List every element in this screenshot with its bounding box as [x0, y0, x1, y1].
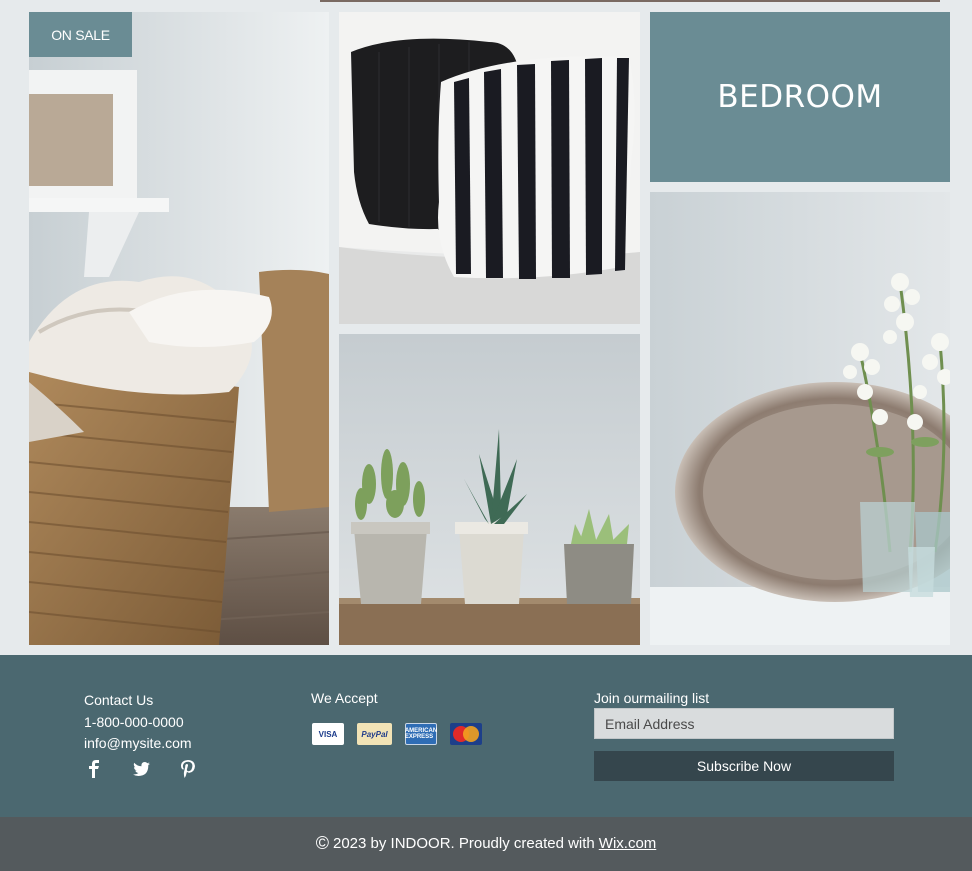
on-sale-badge: ON SALE — [29, 12, 132, 57]
succulent-plants-photo[interactable] — [339, 334, 640, 645]
subscribe-button[interactable]: Subscribe Now — [594, 751, 894, 781]
copyright-bar: © 2023 by INDOOR. Proudly created with W… — [0, 817, 972, 871]
towels-basket-image — [29, 12, 329, 645]
contact-heading: Contact Us — [84, 692, 154, 708]
site-footer: Contact Us 1-800-000-0000 info@mysite.co… — [0, 655, 972, 817]
striped-pillows-image — [339, 12, 640, 324]
payment-cards: VISA PayPal AMERICAN EXPRESS — [312, 723, 482, 745]
towels-basket-photo[interactable] — [29, 12, 329, 645]
succulent-plants-image — [339, 334, 640, 645]
contact-email[interactable]: info@mysite.com — [84, 733, 192, 755]
payments-heading: We Accept — [311, 690, 378, 706]
copyright-symbol: © — [315, 832, 329, 853]
newsletter-heading: Join ourmailing list — [594, 690, 710, 706]
contact-block: Contact Us 1-800-000-0000 info@mysite.co… — [84, 690, 192, 755]
white-flowers-image — [650, 192, 950, 645]
white-flowers-photo[interactable] — [650, 192, 950, 645]
amex-icon: AMERICAN EXPRESS — [405, 723, 437, 745]
top-image-edge — [320, 0, 940, 2]
bedroom-title: BEDROOM — [717, 79, 883, 115]
mastercard-icon — [450, 723, 482, 745]
paypal-icon: PayPal — [357, 723, 392, 745]
contact-phone[interactable]: 1-800-000-0000 — [84, 712, 192, 734]
mastercard-circles — [453, 726, 479, 742]
wix-link[interactable]: Wix.com — [599, 835, 657, 852]
facebook-icon[interactable] — [84, 759, 104, 779]
copyright-text: 2023 by INDOOR. Proudly created with — [332, 834, 595, 852]
email-input[interactable] — [594, 708, 894, 739]
visa-icon: VISA — [312, 723, 344, 745]
social-links — [84, 759, 198, 779]
twitter-icon[interactable] — [131, 759, 151, 779]
striped-pillows-photo[interactable] — [339, 12, 640, 324]
pinterest-icon[interactable] — [178, 759, 198, 779]
bedroom-category-tile[interactable]: BEDROOM — [650, 12, 950, 182]
